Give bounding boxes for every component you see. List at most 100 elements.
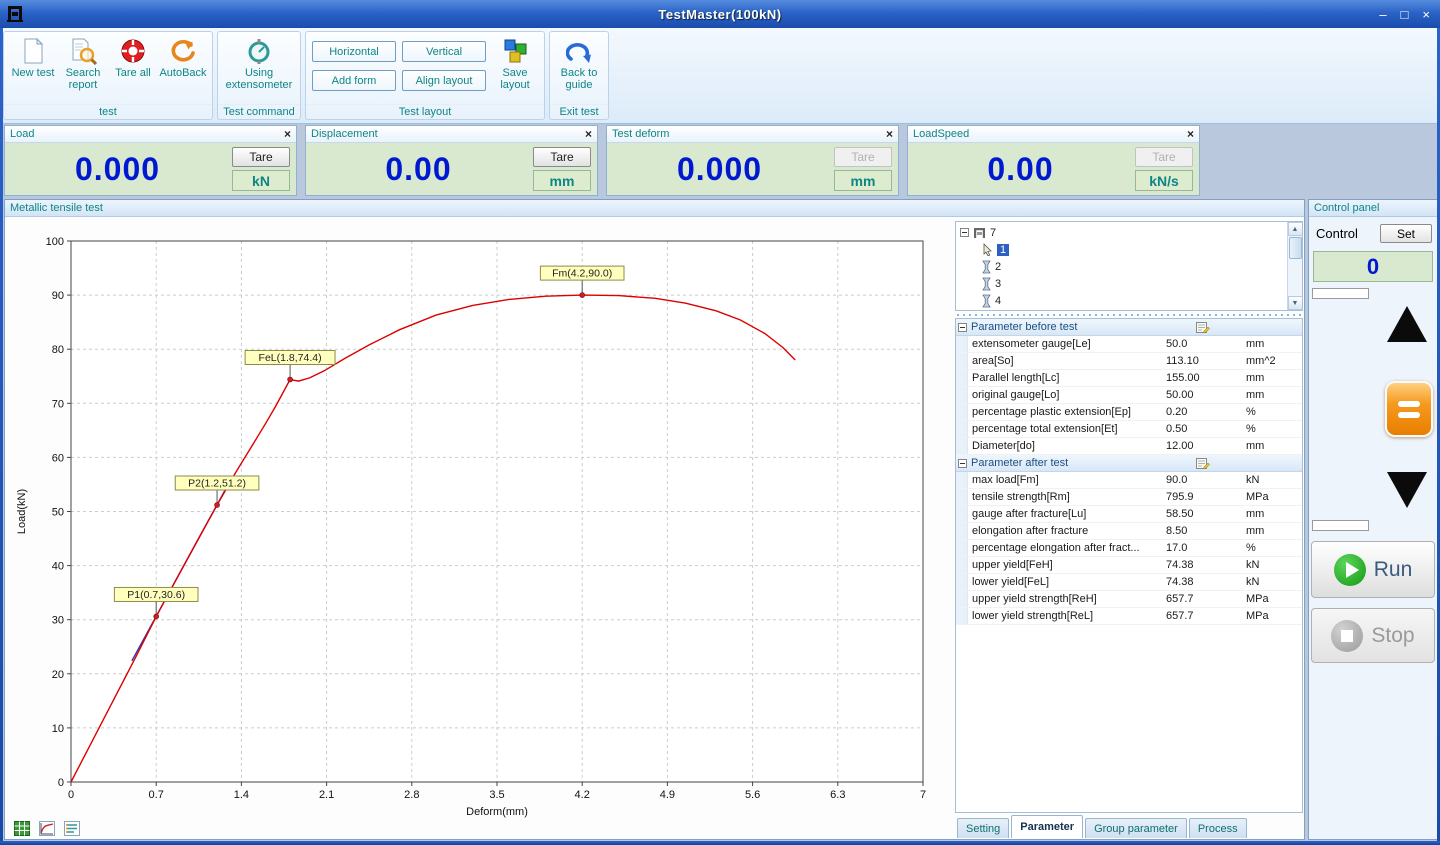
back-to-guide-button[interactable]: Back to guide: [554, 34, 604, 91]
svg-text:4.2: 4.2: [575, 789, 590, 801]
tare-button: Tare: [834, 147, 892, 167]
parameter-row[interactable]: lower yield[FeL]74.38kN: [956, 574, 1302, 591]
meter-title: Displacement: [311, 128, 378, 140]
parameter-row[interactable]: upper yield strength[ReH]657.7MPa: [956, 591, 1302, 608]
crosshead-up-button[interactable]: [1379, 296, 1435, 352]
add-form-button[interactable]: Add form: [312, 70, 396, 91]
autoback-icon: [170, 37, 196, 65]
scroll-up-icon[interactable]: ▲: [1288, 222, 1303, 236]
tab-process[interactable]: Process: [1189, 818, 1247, 838]
search-report-button[interactable]: Search report: [58, 34, 108, 91]
tab-group-parameter[interactable]: Group parameter: [1085, 818, 1187, 838]
param-value: 155.00: [1164, 372, 1242, 384]
toolbar: New test Search report Tare all AutoBack: [0, 28, 1440, 124]
data-grid-icon[interactable]: [13, 820, 31, 836]
align-layout-button[interactable]: Align layout: [402, 70, 486, 91]
svg-text:70: 70: [52, 398, 64, 410]
parameter-row[interactable]: extensometer gauge[Le]50.0mm: [956, 336, 1302, 353]
close-icon[interactable]: ×: [284, 127, 291, 141]
param-unit: %: [1242, 423, 1302, 435]
svg-text:2.8: 2.8: [404, 789, 419, 801]
row-gutter: [956, 574, 968, 590]
stop-button[interactable]: Stop: [1311, 608, 1435, 663]
tab-setting[interactable]: Setting: [957, 818, 1009, 838]
splitter-handle[interactable]: [955, 311, 1303, 318]
close-icon[interactable]: ×: [886, 127, 893, 141]
tare-button[interactable]: Tare: [533, 147, 591, 167]
toolbar-group-label: Test command: [218, 104, 300, 118]
row-gutter: [956, 489, 968, 505]
close-icon[interactable]: ×: [1187, 127, 1194, 141]
minimize-button[interactable]: –: [1379, 8, 1386, 21]
specimen-icon: [982, 294, 991, 308]
collapse-icon[interactable]: [958, 323, 967, 332]
save-layout-button[interactable]: Save layout: [490, 34, 540, 91]
close-button[interactable]: ×: [1422, 8, 1430, 21]
displacement-meter: Displacement× 0.00 Tare mm: [305, 125, 598, 196]
tensile-curve-chart: 00.71.42.12.83.54.24.95.66.3701020304050…: [9, 221, 949, 821]
tree-item-4[interactable]: 4: [956, 292, 1286, 309]
tare-all-button[interactable]: Tare all: [108, 34, 158, 79]
test-deform-value: 0.000: [607, 143, 832, 195]
parameter-row[interactable]: percentage elongation after fract...17.0…: [956, 540, 1302, 557]
autoback-button[interactable]: AutoBack: [158, 34, 208, 79]
toolbar-group-label: Test layout: [306, 104, 544, 118]
curve-view-icon[interactable]: [38, 820, 56, 836]
tree-collapse-icon[interactable]: [960, 228, 969, 237]
param-section-header[interactable]: Parameter after test: [956, 455, 1302, 472]
tab-parameter[interactable]: Parameter: [1011, 815, 1083, 838]
result-list-icon[interactable]: [63, 820, 81, 836]
new-test-button[interactable]: New test: [8, 34, 58, 79]
parameter-row[interactable]: percentage total extension[Et]0.50%: [956, 421, 1302, 438]
tree-item-1[interactable]: 1: [956, 241, 1286, 258]
row-gutter: [956, 506, 968, 522]
specimen-tree-rows: 7 1 234: [956, 224, 1286, 309]
maximize-button[interactable]: □: [1401, 8, 1409, 21]
parameter-row[interactable]: elongation after fracture8.50mm: [956, 523, 1302, 540]
tree-scrollbar[interactable]: ▲ ▼: [1287, 222, 1302, 310]
hold-button[interactable]: [1385, 381, 1433, 437]
tree-item-2[interactable]: 2: [956, 258, 1286, 275]
parameter-row[interactable]: tensile strength[Rm]795.9MPa: [956, 489, 1302, 506]
metallic-tensile-test-panel: Metallic tensile test 00.71.42.12.83.54.…: [4, 199, 1305, 840]
new-test-icon: [22, 37, 44, 65]
parameter-row[interactable]: gauge after fracture[Lu]58.50mm: [956, 506, 1302, 523]
svg-text:0: 0: [68, 789, 74, 801]
scroll-down-icon[interactable]: ▼: [1288, 296, 1303, 310]
close-icon[interactable]: ×: [585, 127, 592, 141]
tree-item-3[interactable]: 3: [956, 275, 1286, 292]
svg-text:40: 40: [52, 561, 64, 573]
param-name: Diameter[do]: [968, 440, 1164, 452]
parameter-row[interactable]: percentage plastic extension[Ep]0.20%: [956, 404, 1302, 421]
vertical-button[interactable]: Vertical: [402, 41, 486, 62]
button-label: Back to guide: [554, 67, 604, 91]
parameter-row[interactable]: original gauge[Lo]50.00mm: [956, 387, 1302, 404]
set-button[interactable]: Set: [1380, 224, 1432, 243]
parameter-row[interactable]: area[So]113.10mm^2: [956, 353, 1302, 370]
position-indicator-top: [1312, 288, 1369, 299]
horizontal-button[interactable]: Horizontal: [312, 41, 396, 62]
crosshead-down-button[interactable]: [1379, 462, 1435, 518]
edit-form-icon[interactable]: [1196, 321, 1210, 334]
run-button[interactable]: Run: [1311, 541, 1435, 598]
collapse-icon[interactable]: [958, 459, 967, 468]
row-gutter: [956, 336, 968, 352]
scrollbar-thumb[interactable]: [1289, 237, 1302, 259]
param-unit: MPa: [1242, 491, 1302, 503]
parameter-row[interactable]: Parallel length[Lc]155.00mm: [956, 370, 1302, 387]
tree-root-item[interactable]: 7: [956, 224, 1286, 241]
param-value: 90.0: [1164, 474, 1242, 486]
using-extensometer-button[interactable]: Using extensometer: [222, 34, 296, 91]
row-gutter: [956, 421, 968, 437]
edit-form-icon[interactable]: [1196, 457, 1210, 470]
parameter-row[interactable]: lower yield strength[ReL]657.7MPa: [956, 608, 1302, 625]
tare-button[interactable]: Tare: [232, 147, 290, 167]
button-label: Search report: [58, 67, 108, 91]
meter-title: Load: [10, 128, 34, 140]
parameter-row[interactable]: upper yield[FeH]74.38kN: [956, 557, 1302, 574]
parameter-row[interactable]: max load[Fm]90.0kN: [956, 472, 1302, 489]
param-value: 0.20: [1164, 406, 1242, 418]
tree-item-label: 1: [997, 244, 1009, 256]
param-section-header[interactable]: Parameter before test: [956, 319, 1302, 336]
parameter-row[interactable]: Diameter[do]12.00mm: [956, 438, 1302, 455]
